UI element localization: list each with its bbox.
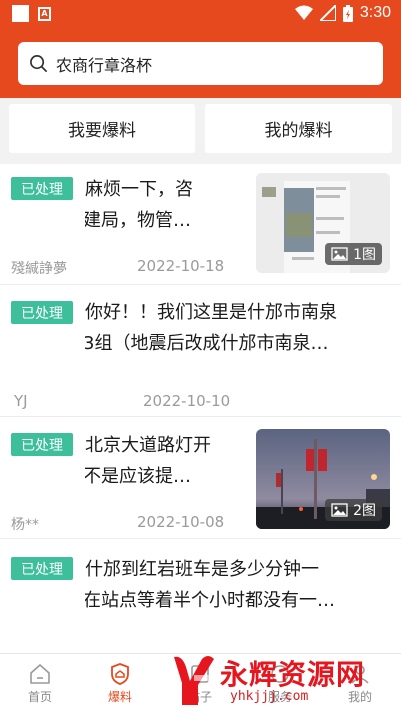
battery-icon [342, 4, 353, 22]
status-badge: 已处理 [11, 301, 73, 324]
search-text: 农商行章洛杯 [56, 55, 153, 75]
tab-label: 爆料 [107, 690, 132, 704]
action-row: 我要爆料 我的爆料 [0, 98, 401, 164]
watermark: 永辉资源网 yhkjjj.com [168, 651, 401, 709]
item-title-line: 班，旅游在站点等着半个小时都没有一… [85, 590, 335, 611]
wifi-icon [294, 5, 313, 20]
item-author: 杨** [11, 517, 39, 533]
status-badge: 已处理 [11, 177, 73, 200]
tab-label: 首页 [27, 690, 52, 704]
status-bar: A 3:30 [0, 0, 401, 28]
item-author: 殘緘諍夢 [11, 261, 67, 277]
image-count: 1图 [353, 247, 376, 263]
watermark-logo-icon [174, 656, 214, 705]
image-count: 2图 [353, 503, 376, 519]
list-item[interactable]: 已处理 什邡到红岩班车是多少分钟一 班，旅游在站点等着半个小时都没有一… [0, 539, 401, 653]
home-icon [30, 664, 50, 684]
watermark-text: 永辉资源网 [220, 658, 366, 691]
item-title: 你好！！我们这里是什邡市南泉 镇金井村3组（地震后改成什邡市南泉… [85, 297, 385, 359]
item-date: 2022-10-08 [137, 513, 225, 531]
search-icon [30, 55, 47, 72]
item-author: YJ [14, 392, 28, 410]
item-title: 什邡到红岩班车是多少分钟一 班，旅游在站点等着半个小时都没有一… [85, 554, 385, 616]
image-icon [331, 247, 348, 261]
tab-home[interactable]: 首页 [0, 654, 80, 712]
image-count-badge: 1图 [325, 243, 382, 265]
status-badge: 已处理 [11, 433, 73, 456]
item-title-line: 灯时间是不是应该提… [85, 466, 191, 487]
image-count-badge: 2图 [325, 499, 382, 521]
signal-icon [319, 5, 336, 21]
submit-tip-button[interactable]: 我要爆料 [9, 104, 195, 153]
item-title-line: 你好！！我们这里是什邡市南泉 [85, 302, 337, 323]
item-title-line: 麻烦一下，咨 [85, 179, 193, 200]
header: 农商行章洛杯 [0, 28, 401, 98]
my-tips-button[interactable]: 我的爆料 [205, 104, 392, 153]
list-item[interactable]: 已处理 你好！！我们这里是什邡市南泉 镇金井村3组（地震后改成什邡市南泉… YJ… [0, 285, 401, 417]
status-badge: 已处理 [11, 557, 73, 580]
item-thumbnail[interactable]: 1图 [256, 173, 390, 273]
search-bar[interactable]: 农商行章洛杯 [18, 42, 383, 85]
app-notification-icon: A [38, 6, 51, 21]
list-item[interactable]: 已处理 麻烦一下，咨 询什邡住建局，物管… 殘緘諍夢 2022-10-18 [0, 164, 401, 285]
item-title-line: 镇金井村3组（地震后改成什邡市南泉… [85, 333, 329, 354]
item-title: 麻烦一下，咨 询什邡住建局，物管… [85, 174, 250, 236]
item-thumbnail[interactable]: 2图 [256, 429, 390, 529]
item-title-line: 询什邡住建局，物管… [85, 210, 191, 231]
item-title: 北京大道路灯开 灯时间是不是应该提… [85, 430, 250, 492]
item-title-line: 什邡到红岩班车是多少分钟一 [85, 559, 319, 580]
watermark-url: yhkjjj.com [230, 689, 309, 704]
list-item[interactable]: 已处理 北京大道路灯开 灯时间是不是应该提… 杨** 2022-10-08 [0, 417, 401, 539]
tip-list: 已处理 麻烦一下，咨 询什邡住建局，物管… 殘緘諍夢 2022-10-18 [0, 164, 401, 653]
item-date: 2022-10-18 [137, 257, 225, 275]
image-icon [331, 503, 348, 517]
item-date: 2022-10-10 [143, 392, 231, 410]
megaphone-shield-icon [111, 663, 129, 685]
tab-report[interactable]: 爆料 [80, 654, 160, 712]
clock: 3:30 [359, 4, 391, 21]
notification-icon [12, 5, 29, 22]
item-title-line: 北京大道路灯开 [85, 435, 211, 456]
